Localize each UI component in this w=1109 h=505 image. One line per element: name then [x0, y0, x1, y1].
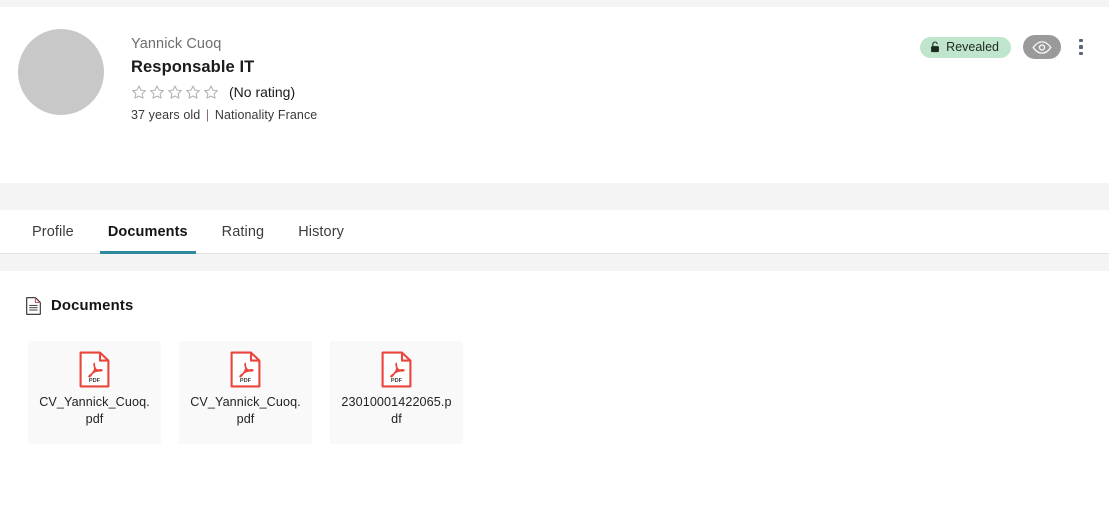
meta-separator: |	[205, 108, 210, 122]
svg-text:PDF: PDF	[391, 378, 403, 384]
tab-rating[interactable]: Rating	[205, 210, 282, 253]
candidate-header-card: Yannick Cuoq Responsable IT (No rating) …	[0, 7, 1109, 183]
list-item[interactable]: PDF CV_Yannick_Cuoq.pdf	[179, 341, 312, 444]
candidate-nationality: Nationality France	[214, 108, 318, 122]
documents-section-title: Documents	[51, 298, 134, 314]
star-outline-icon[interactable]	[203, 84, 219, 100]
reveal-eye-button[interactable]	[1023, 35, 1061, 59]
list-item-label: CV_Yannick_Cuoq.pdf	[190, 395, 301, 426]
star-outline-icon[interactable]	[149, 84, 165, 100]
star-rating[interactable]	[131, 84, 219, 100]
list-item-label: 23010001422065.pdf	[341, 395, 452, 426]
documents-panel: Documents PDF CV_Yannick_Cuoq.pdf PDF CV…	[0, 271, 1109, 505]
kebab-menu-icon[interactable]	[1073, 36, 1089, 58]
candidate-identity: Yannick Cuoq Responsable IT (No rating) …	[131, 25, 317, 124]
tab-documents[interactable]: Documents	[91, 210, 205, 254]
pdf-file-icon: PDF	[381, 351, 412, 388]
eye-icon	[1032, 40, 1052, 54]
documents-section-header: Documents	[26, 296, 1109, 316]
pdf-file-icon: PDF	[79, 351, 110, 388]
candidate-detail-page: Yannick Cuoq Responsable IT (No rating) …	[0, 0, 1109, 505]
page-title: Responsable IT	[131, 58, 255, 76]
status-badge: Revealed	[920, 36, 1011, 58]
star-outline-icon[interactable]	[185, 84, 201, 100]
document-icon	[26, 297, 41, 315]
documents-file-grid: PDF CV_Yannick_Cuoq.pdf PDF CV_Yannick_C…	[26, 341, 1109, 444]
star-outline-icon[interactable]	[167, 84, 183, 100]
tab-history[interactable]: History	[281, 210, 361, 253]
candidate-age: 37 years old	[131, 108, 201, 122]
top-spacer	[0, 0, 1109, 7]
status-badge-label: Revealed	[946, 39, 999, 54]
avatar	[18, 29, 104, 115]
candidate-name: Yannick Cuoq	[131, 36, 222, 52]
svg-text:PDF: PDF	[89, 378, 101, 384]
header-actions: Revealed	[920, 35, 1089, 59]
svg-text:PDF: PDF	[240, 378, 252, 384]
list-item[interactable]: PDF CV_Yannick_Cuoq.pdf	[28, 341, 161, 444]
tab-profile[interactable]: Profile	[26, 210, 91, 253]
candidate-meta: 37 years old | Nationality France	[131, 107, 317, 124]
unlock-icon	[930, 41, 940, 53]
list-item[interactable]: PDF 23010001422065.pdf	[330, 341, 463, 444]
rating-label: (No rating)	[229, 84, 296, 100]
rating-row: (No rating)	[131, 81, 317, 103]
tabs-content-spacer	[0, 254, 1109, 271]
list-item-label: CV_Yannick_Cuoq.pdf	[39, 395, 150, 426]
star-outline-icon[interactable]	[131, 84, 147, 100]
header-tabs-spacer	[0, 183, 1109, 210]
tab-bar: Profile Documents Rating History	[0, 210, 1109, 254]
pdf-file-icon: PDF	[230, 351, 261, 388]
